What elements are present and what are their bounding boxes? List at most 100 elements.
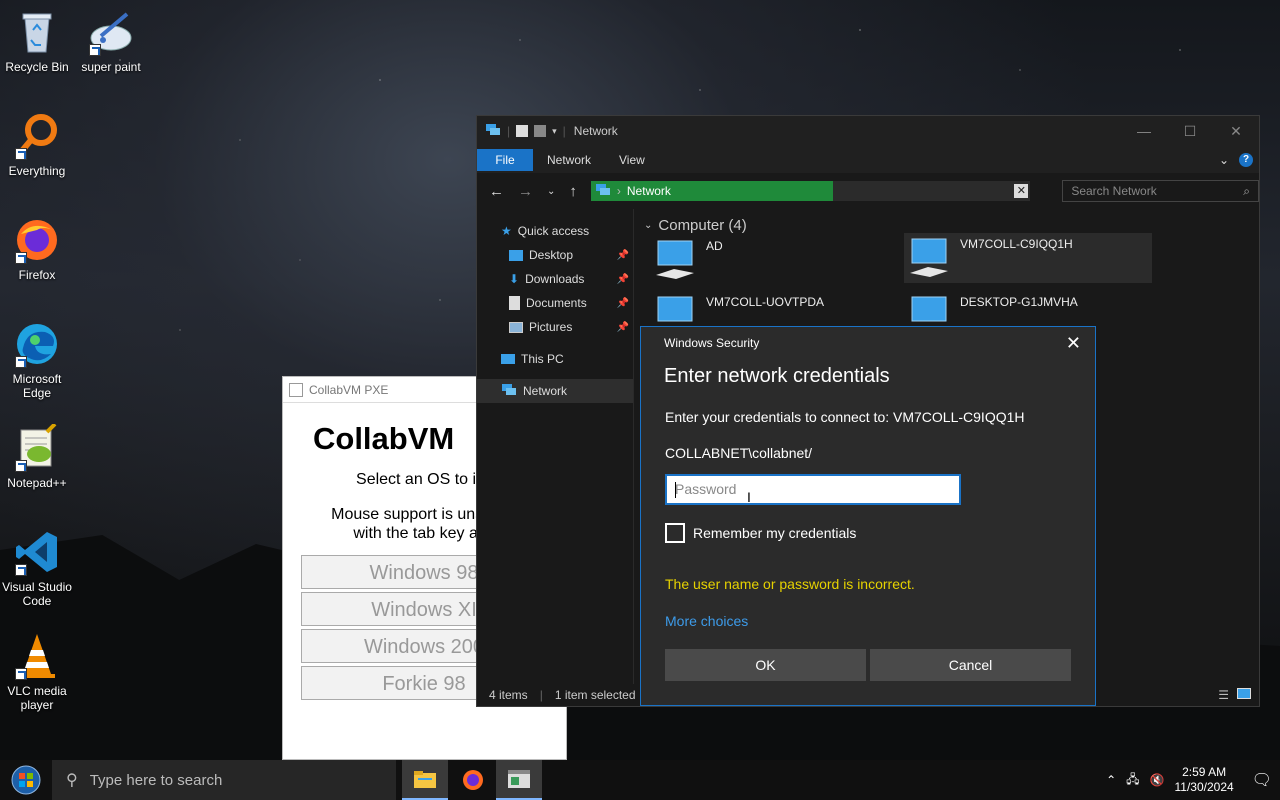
desktop-icon-super-paint[interactable]: super paint xyxy=(74,8,148,74)
pin-icon: 📌 xyxy=(616,273,629,285)
text-caret xyxy=(675,482,676,498)
vlc-cone-icon xyxy=(13,632,61,680)
cancel-button[interactable]: Cancel xyxy=(870,649,1071,681)
up-arrow-icon[interactable]: ↑ xyxy=(569,183,577,200)
breadcrumb-chevron-icon: › xyxy=(616,184,621,198)
remember-credentials-option[interactable]: Remember my credentials xyxy=(665,523,856,543)
explorer-titlebar[interactable]: | ▾ | Network — ☐ ✕ xyxy=(477,116,1259,146)
folder-icon xyxy=(414,771,436,788)
shortcut-arrow-icon xyxy=(15,252,27,264)
address-bar[interactable]: › Network ✕ xyxy=(590,181,1031,201)
tab-file[interactable]: File xyxy=(477,148,533,171)
new-folder-icon[interactable] xyxy=(534,125,547,137)
tab-network[interactable]: Network xyxy=(533,153,605,167)
properties-icon[interactable] xyxy=(516,125,529,137)
window-icon xyxy=(289,382,303,397)
taskbar-firefox[interactable] xyxy=(450,760,496,800)
download-arrow-icon: ⬇ xyxy=(509,272,520,286)
quick-access-toolbar: | ▾ | xyxy=(485,123,566,140)
shortcut-arrow-icon xyxy=(15,356,27,368)
everything-search-icon xyxy=(13,112,61,160)
desktop-icon-recycle-bin[interactable]: Recycle Bin xyxy=(0,8,74,74)
nav-item-pictures[interactable]: Pictures 📌 xyxy=(477,315,633,339)
nav-item-quick-access[interactable]: ★ Quick access xyxy=(477,219,633,243)
recent-locations-icon[interactable]: ⌄ xyxy=(547,186,555,197)
nav-item-desktop[interactable]: Desktop 📌 xyxy=(477,243,633,267)
ribbon-tabs: File Network View ⌄ ? xyxy=(477,146,1259,173)
password-field[interactable]: Password I xyxy=(665,474,961,505)
breadcrumb[interactable]: Network xyxy=(627,184,671,198)
vscode-icon xyxy=(13,528,61,576)
nav-label: Downloads xyxy=(525,272,585,286)
windows-security-dialog[interactable]: Windows Security ✕ Enter network credent… xyxy=(640,326,1096,706)
taskbar: ⚲ Type here to search ⌃ 🖧 🔇 2:59 AM 11/3… xyxy=(0,760,1280,800)
volume-muted-icon[interactable]: 🔇 xyxy=(1150,773,1165,787)
shortcut-arrow-icon xyxy=(15,148,27,160)
desktop-icon-notepad-plus-plus[interactable]: Notepad++ xyxy=(0,422,74,490)
details-view-icon[interactable]: ☰ xyxy=(1218,688,1229,702)
computer-item[interactable]: AD xyxy=(650,235,898,285)
computer-item-selected[interactable]: VM7COLL-C9IQQ1H xyxy=(904,233,1152,283)
taskbar-file-explorer[interactable] xyxy=(402,760,448,800)
computer-icon xyxy=(501,354,515,364)
nav-label: Network xyxy=(523,384,568,398)
desktop-icon-label: Visual Studio Code xyxy=(2,580,72,608)
pictures-icon xyxy=(509,321,523,333)
nav-item-network[interactable]: Network xyxy=(477,379,633,403)
close-icon[interactable]: ✕ xyxy=(1066,333,1081,354)
maximize-icon[interactable]: ☐ xyxy=(1167,123,1213,140)
remember-checkbox[interactable] xyxy=(665,523,685,543)
stop-loading-icon[interactable]: ✕ xyxy=(1014,184,1029,198)
nav-item-downloads[interactable]: ⬇ Downloads 📌 xyxy=(477,267,633,291)
network-status-icon[interactable]: 🖧 xyxy=(1126,770,1139,791)
search-placeholder: Search Network xyxy=(1071,184,1157,198)
nav-item-this-pc[interactable]: This PC xyxy=(477,347,633,371)
tab-view[interactable]: View xyxy=(605,153,659,167)
group-header-computer[interactable]: ⌄ Computer (4) xyxy=(644,217,1259,234)
desktop-icon-firefox[interactable]: Firefox xyxy=(0,216,74,282)
ibeam-cursor-icon: I xyxy=(747,489,751,505)
nav-label: Quick access xyxy=(517,224,590,238)
desktop-icon-vscode[interactable]: Visual Studio Code xyxy=(0,528,74,608)
show-hidden-icons-chevron-icon[interactable]: ⌃ xyxy=(1106,773,1116,787)
status-selected-count: 1 item selected xyxy=(554,688,636,702)
search-icon: ⚲ xyxy=(66,772,78,789)
forward-arrow-icon[interactable]: → xyxy=(518,183,533,200)
shortcut-arrow-icon xyxy=(15,460,27,472)
desktop-icon-edge[interactable]: Microsoft Edge xyxy=(0,320,74,400)
desktop-icon-vlc[interactable]: VLC media player xyxy=(0,632,74,712)
minimize-icon[interactable]: — xyxy=(1121,123,1167,140)
shortcut-arrow-icon xyxy=(89,44,101,56)
taskbar-search-placeholder: Type here to search xyxy=(89,771,223,789)
pin-icon: 📌 xyxy=(616,249,629,261)
notification-center-icon[interactable]: 🗨 xyxy=(1252,770,1272,790)
taskbar-collabvm-window[interactable] xyxy=(496,760,542,800)
clock[interactable]: 2:59 AM 11/30/2024 xyxy=(1175,765,1234,795)
desktop-icon-everything[interactable]: Everything xyxy=(0,112,74,178)
monitor-icon xyxy=(908,237,952,282)
username-text: COLLABNET\collabnet/ xyxy=(665,445,813,461)
firefox-icon xyxy=(13,216,61,264)
start-button[interactable] xyxy=(0,760,52,800)
more-choices-link[interactable]: More choices xyxy=(665,613,748,629)
expand-ribbon-icon[interactable]: ⌄ xyxy=(1219,153,1229,167)
navigation-bar: ← → ⌄ ↑ › Network ✕ Search Network ⌕ xyxy=(477,173,1259,209)
search-input[interactable]: Search Network ⌕ xyxy=(1062,180,1259,202)
collabvm-title: CollabVM PXE xyxy=(309,382,389,397)
computer-name: AD xyxy=(706,239,723,253)
close-icon[interactable]: ✕ xyxy=(1213,123,1259,140)
ok-button[interactable]: OK xyxy=(665,649,866,681)
large-icons-view-icon[interactable] xyxy=(1237,688,1251,699)
computer-name: DESKTOP-G1JMVHA xyxy=(960,295,1078,309)
taskbar-search-box[interactable]: ⚲ Type here to search xyxy=(52,760,396,800)
desktop-icon-label: super paint xyxy=(81,60,141,74)
computer-name: VM7COLL-C9IQQ1H xyxy=(960,237,1073,251)
nav-item-documents[interactable]: Documents 📌 xyxy=(477,291,633,315)
clock-date: 11/30/2024 xyxy=(1174,780,1234,794)
back-arrow-icon[interactable]: ← xyxy=(489,183,504,200)
customize-dropdown-icon[interactable]: ▾ xyxy=(552,126,557,137)
remember-label: Remember my credentials xyxy=(693,525,857,541)
desktop-folder-icon xyxy=(509,249,523,261)
help-icon[interactable]: ? xyxy=(1239,152,1253,167)
navigation-pane: ★ Quick access Desktop 📌 ⬇ Downloads 📌 D… xyxy=(477,209,633,686)
